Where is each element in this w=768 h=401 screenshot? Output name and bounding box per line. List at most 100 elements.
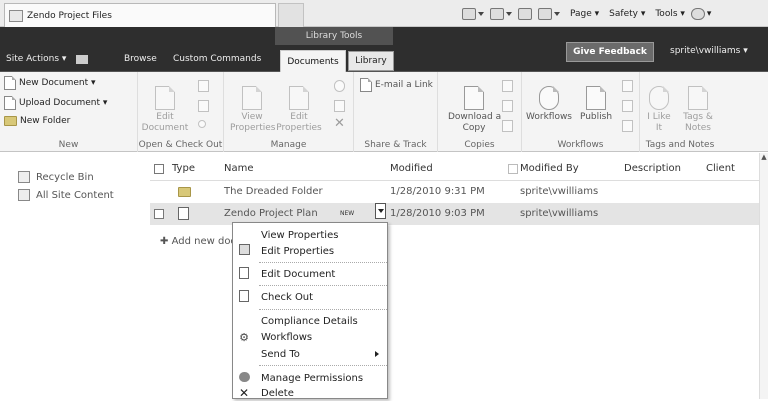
tab-documents[interactable]: Documents <box>280 50 346 72</box>
sharepoint-page-icon <box>9 9 23 22</box>
browser-tab-title: Zendo Project Files <box>27 10 112 21</box>
site-actions-menu[interactable]: Site Actions ▾ <box>0 49 94 69</box>
workflows-icon <box>539 86 559 110</box>
new-tab-button[interactable] <box>278 3 304 27</box>
edit-document-button[interactable]: Edit Document <box>140 86 190 134</box>
item-name-link[interactable]: Zendo Project Plan <box>224 208 318 219</box>
home-icon[interactable] <box>462 8 476 20</box>
new-document-button[interactable]: New Document ▾ <box>4 76 96 90</box>
page-menu[interactable]: Page ▾ <box>570 9 599 19</box>
row-select-checkbox[interactable] <box>154 209 164 219</box>
help-icon[interactable] <box>690 8 705 20</box>
user-menu[interactable]: sprite\vwilliams ▾ <box>670 46 748 56</box>
vertical-scrollbar[interactable] <box>759 153 768 399</box>
send-to-icon[interactable] <box>502 80 513 92</box>
menu-item-edit-properties[interactable]: Edit Properties <box>233 243 387 259</box>
group-label-tags-notes: Tags and Notes <box>645 140 715 150</box>
upload-document-button[interactable]: Upload Document ▾ <box>4 96 107 110</box>
menu-item-check-out[interactable]: Check Out <box>233 289 387 305</box>
list-header-row: Type Name Modified Modified By Descripti… <box>150 157 760 181</box>
manage-copies-icon[interactable] <box>502 100 513 112</box>
tab-custom-commands[interactable]: Custom Commands <box>167 49 267 69</box>
document-permissions-icon[interactable] <box>334 100 345 112</box>
check-in-icon[interactable] <box>198 100 209 112</box>
menu-item-manage-permissions[interactable]: Manage Permissions <box>233 370 387 386</box>
unpublish-icon[interactable] <box>622 80 633 92</box>
column-modified[interactable]: Modified <box>390 163 433 174</box>
modified-by[interactable]: sprite\vwilliams <box>520 208 598 219</box>
column-client[interactable]: Client <box>706 163 735 174</box>
i-like-it-button[interactable]: I Like It <box>640 86 678 134</box>
read-mail-icon[interactable] <box>518 8 532 20</box>
navigate-up-icon[interactable] <box>76 54 89 64</box>
edit-document-icon <box>155 86 175 110</box>
publish-icon <box>586 86 606 110</box>
add-icon: ✚ <box>160 236 169 247</box>
discard-check-out-icon[interactable] <box>198 120 206 128</box>
edit-document-label: Edit Document <box>141 112 189 133</box>
chevron-down-icon[interactable] <box>506 12 512 16</box>
email-icon <box>360 78 372 92</box>
publish-button[interactable]: Publish <box>576 86 616 123</box>
submenu-arrow-icon <box>375 351 379 357</box>
edit-properties-button[interactable]: Edit Properties <box>276 86 322 134</box>
add-new-document-link[interactable]: ✚ Add new doc <box>160 236 236 247</box>
new-folder-button[interactable]: New Folder <box>4 116 70 126</box>
tags-notes-button[interactable]: Tags & Notes <box>678 86 718 134</box>
column-type[interactable]: Type <box>172 163 195 174</box>
download-copy-icon <box>464 86 484 110</box>
item-menu-dropdown-button[interactable] <box>375 203 386 219</box>
view-properties-button[interactable]: View Properties <box>230 86 275 134</box>
rss-feed-icon[interactable] <box>490 8 504 20</box>
nav-all-site-content[interactable]: All Site Content <box>18 186 146 204</box>
modified-by[interactable]: sprite\vwilliams <box>520 186 598 197</box>
workflows-icon: ⚙ <box>239 330 249 344</box>
delete-document-icon[interactable]: ✕ <box>334 116 345 131</box>
check-out-icon[interactable] <box>198 80 209 92</box>
browser-tab[interactable]: Zendo Project Files <box>4 3 276 27</box>
item-name-link[interactable]: The Dreaded Folder <box>224 186 323 197</box>
nav-recycle-bin[interactable]: Recycle Bin <box>18 168 146 186</box>
version-history-icon[interactable] <box>334 80 345 92</box>
menu-item-send-to[interactable]: Send To <box>233 346 387 362</box>
download-copy-button[interactable]: Download a Copy <box>448 86 501 134</box>
publish-label: Publish <box>579 112 613 122</box>
menu-item-edit-document[interactable]: Edit Document <box>233 266 387 282</box>
edit-properties-icon <box>233 244 255 258</box>
chevron-down-icon[interactable] <box>478 12 484 16</box>
library-tools-context-label: Library Tools <box>275 27 393 45</box>
menu-separator <box>259 285 387 286</box>
tab-browse[interactable]: Browse <box>118 49 163 69</box>
print-icon[interactable] <box>538 8 552 20</box>
group-label-manage: Manage <box>270 140 307 150</box>
approve-reject-icon[interactable] <box>622 100 633 112</box>
edit-properties-label: Edit Properties <box>276 112 322 133</box>
recycle-bin-icon <box>18 171 30 183</box>
help-menu[interactable]: ▾ <box>707 9 712 19</box>
safety-menu[interactable]: Safety ▾ <box>609 9 645 19</box>
tools-menu[interactable]: Tools ▾ <box>655 9 685 19</box>
modified-date: 1/28/2010 9:03 PM <box>390 208 485 219</box>
chevron-down-icon[interactable] <box>554 12 560 16</box>
email-link-button[interactable]: E-mail a Link <box>360 78 433 92</box>
thumbs-up-icon <box>649 86 669 110</box>
menu-item-view-properties[interactable]: View Properties <box>233 227 387 243</box>
table-row[interactable]: The Dreaded Folder 1/28/2010 9:31 PM spr… <box>150 181 760 203</box>
ribbon-group-workflows: Workflows Publish Workflows <box>522 72 640 152</box>
workflows-button[interactable]: Workflows <box>524 86 574 123</box>
column-name[interactable]: Name <box>224 163 254 174</box>
tag-icon <box>688 86 708 110</box>
menu-item-compliance-details[interactable]: Compliance Details <box>233 313 387 329</box>
scroll-up-icon[interactable]: ▲ <box>760 153 768 163</box>
new-badge: NEW <box>340 210 355 217</box>
go-to-source-icon[interactable] <box>502 120 513 132</box>
tab-library[interactable]: Library <box>348 51 394 71</box>
column-description[interactable]: Description <box>624 163 681 174</box>
folder-icon <box>178 187 191 197</box>
cancel-approval-icon[interactable] <box>622 120 633 132</box>
select-all-checkbox[interactable] <box>154 164 164 174</box>
give-feedback-button[interactable]: Give Feedback <box>566 42 654 62</box>
menu-item-workflows[interactable]: ⚙ Workflows <box>233 329 387 345</box>
column-modified-by[interactable]: Modified By <box>520 163 579 174</box>
nav-item-label: Recycle Bin <box>36 171 94 183</box>
